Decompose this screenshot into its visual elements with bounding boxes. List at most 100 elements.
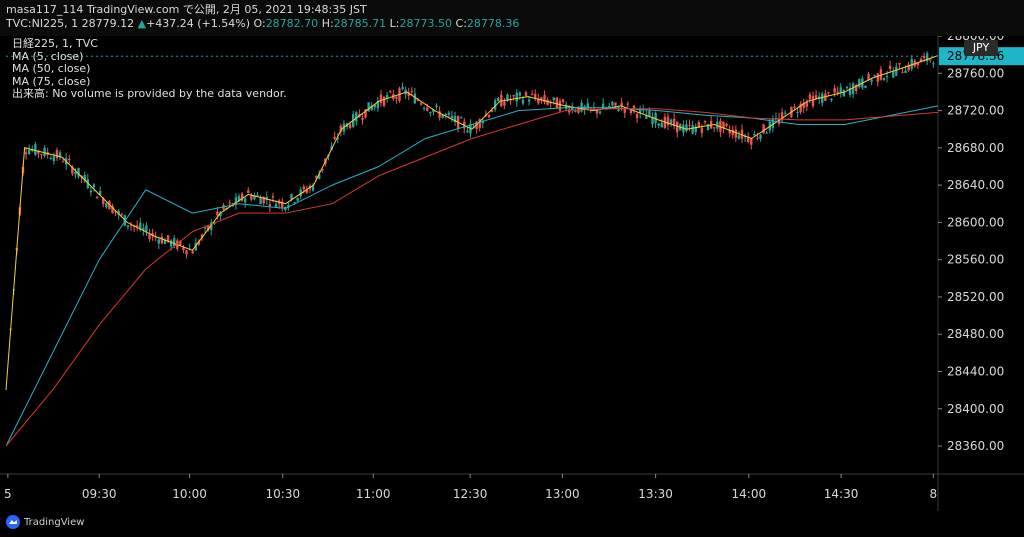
candle-body [629, 110, 633, 114]
candle-body [691, 124, 694, 134]
legend-ma50[interactable]: MA (50, close) [12, 62, 287, 76]
ma-line-1 [5, 105, 939, 447]
candle-body [713, 127, 716, 129]
currency-badge[interactable]: JPY [964, 40, 998, 56]
candle-body [873, 75, 876, 77]
candle-body [858, 79, 861, 88]
x-tick-label: 14:00 [732, 487, 767, 501]
candle-body [753, 133, 756, 136]
candle-body [40, 153, 43, 155]
candle-body [558, 100, 562, 111]
candle-body [611, 101, 614, 106]
candle-body [74, 172, 77, 175]
candle-body [830, 98, 833, 101]
candle-body [259, 197, 262, 205]
candle-body [527, 99, 531, 102]
candle-body [808, 94, 812, 100]
candle-body [256, 194, 259, 196]
last-price: 28779.12 [81, 17, 135, 30]
low-label: L: [389, 17, 400, 30]
candle-body [55, 149, 59, 159]
up-arrow-icon: ▲ [137, 17, 147, 30]
candle-body [191, 251, 194, 254]
candle-body [833, 88, 836, 93]
y-tick-label: 28560.00 [947, 253, 1004, 267]
candle-body [669, 119, 673, 124]
candle-body [466, 130, 469, 133]
candle-body [61, 161, 65, 163]
candle-body [842, 90, 846, 97]
candle-body [296, 197, 299, 201]
candle-body [27, 149, 31, 154]
x-tick-label: 10:30 [266, 487, 301, 501]
candle-body [614, 102, 617, 106]
candle-body [654, 112, 657, 123]
candle-body [635, 113, 639, 119]
candle-body [361, 118, 364, 120]
price-chart[interactable]: 28360.00 28400.00 28440.00 28480.00 28520.00… [0, 36, 1024, 511]
candle-body [243, 198, 247, 203]
candle-body [762, 124, 765, 134]
candle-body [521, 99, 525, 104]
x-tick-label: 13:00 [545, 487, 580, 501]
y-tick-label: 28440.00 [947, 364, 1004, 378]
candle-body [435, 105, 438, 108]
x-tick-label: 8 [930, 487, 938, 501]
y-tick-label: 28600.00 [947, 215, 1004, 229]
candle-body [864, 85, 867, 89]
candle-body [148, 234, 151, 240]
x-tick-label: 14:30 [824, 487, 859, 501]
candle-body [737, 135, 741, 139]
low-value: 28773.50 [399, 17, 453, 30]
candle-body [784, 112, 787, 114]
candle-body [160, 236, 164, 244]
candle-body [379, 94, 383, 104]
candle-body [459, 117, 463, 119]
x-tick-label: 10:00 [172, 487, 207, 501]
candle-body [157, 239, 160, 244]
candle-body [870, 79, 873, 82]
candle-body [419, 103, 423, 105]
change-value: +437.24 (+1.54%) [146, 17, 251, 30]
candle-body [512, 95, 515, 97]
tradingview-logo-icon [6, 515, 20, 529]
candle-body [68, 158, 71, 160]
candle-body [401, 86, 404, 90]
y-tick-label: 28400.00 [947, 402, 1004, 416]
candle-body [617, 109, 620, 112]
candle-body [503, 101, 506, 106]
candle-body [228, 202, 231, 204]
close-value: 28778.36 [466, 17, 520, 30]
candle-body [734, 129, 738, 138]
candle-body [759, 134, 762, 139]
candle-body [811, 96, 815, 107]
candle-body [888, 65, 892, 69]
candle-body [145, 225, 148, 232]
candle-body [450, 115, 454, 119]
candle-body [216, 211, 219, 216]
high-label: H: [321, 17, 334, 30]
candle-body [92, 184, 96, 188]
candle-body [750, 138, 753, 145]
candle-body [688, 124, 691, 126]
candle-body [518, 92, 522, 96]
candle-body [598, 111, 602, 114]
candle-body [49, 157, 52, 160]
candle-body [540, 97, 543, 100]
x-tick-label: 11:00 [356, 487, 391, 501]
candle-body [700, 127, 704, 133]
candle-body [839, 87, 842, 93]
y-tick-label: 28720.00 [947, 104, 1004, 118]
candle-body [173, 238, 176, 247]
candle-body [932, 63, 935, 65]
y-tick-label: 28640.00 [947, 178, 1004, 192]
candle-body [367, 102, 370, 112]
candle-body [203, 227, 207, 229]
ma-line-0 [5, 55, 939, 391]
publish-info: masa117_114 TradingView.com で公開, 2月 05, … [6, 3, 367, 16]
candle-body [765, 132, 768, 134]
candle-body [422, 107, 426, 109]
candle-body [922, 56, 926, 59]
high-value: 28785.71 [333, 17, 387, 30]
candle-body [24, 152, 28, 155]
